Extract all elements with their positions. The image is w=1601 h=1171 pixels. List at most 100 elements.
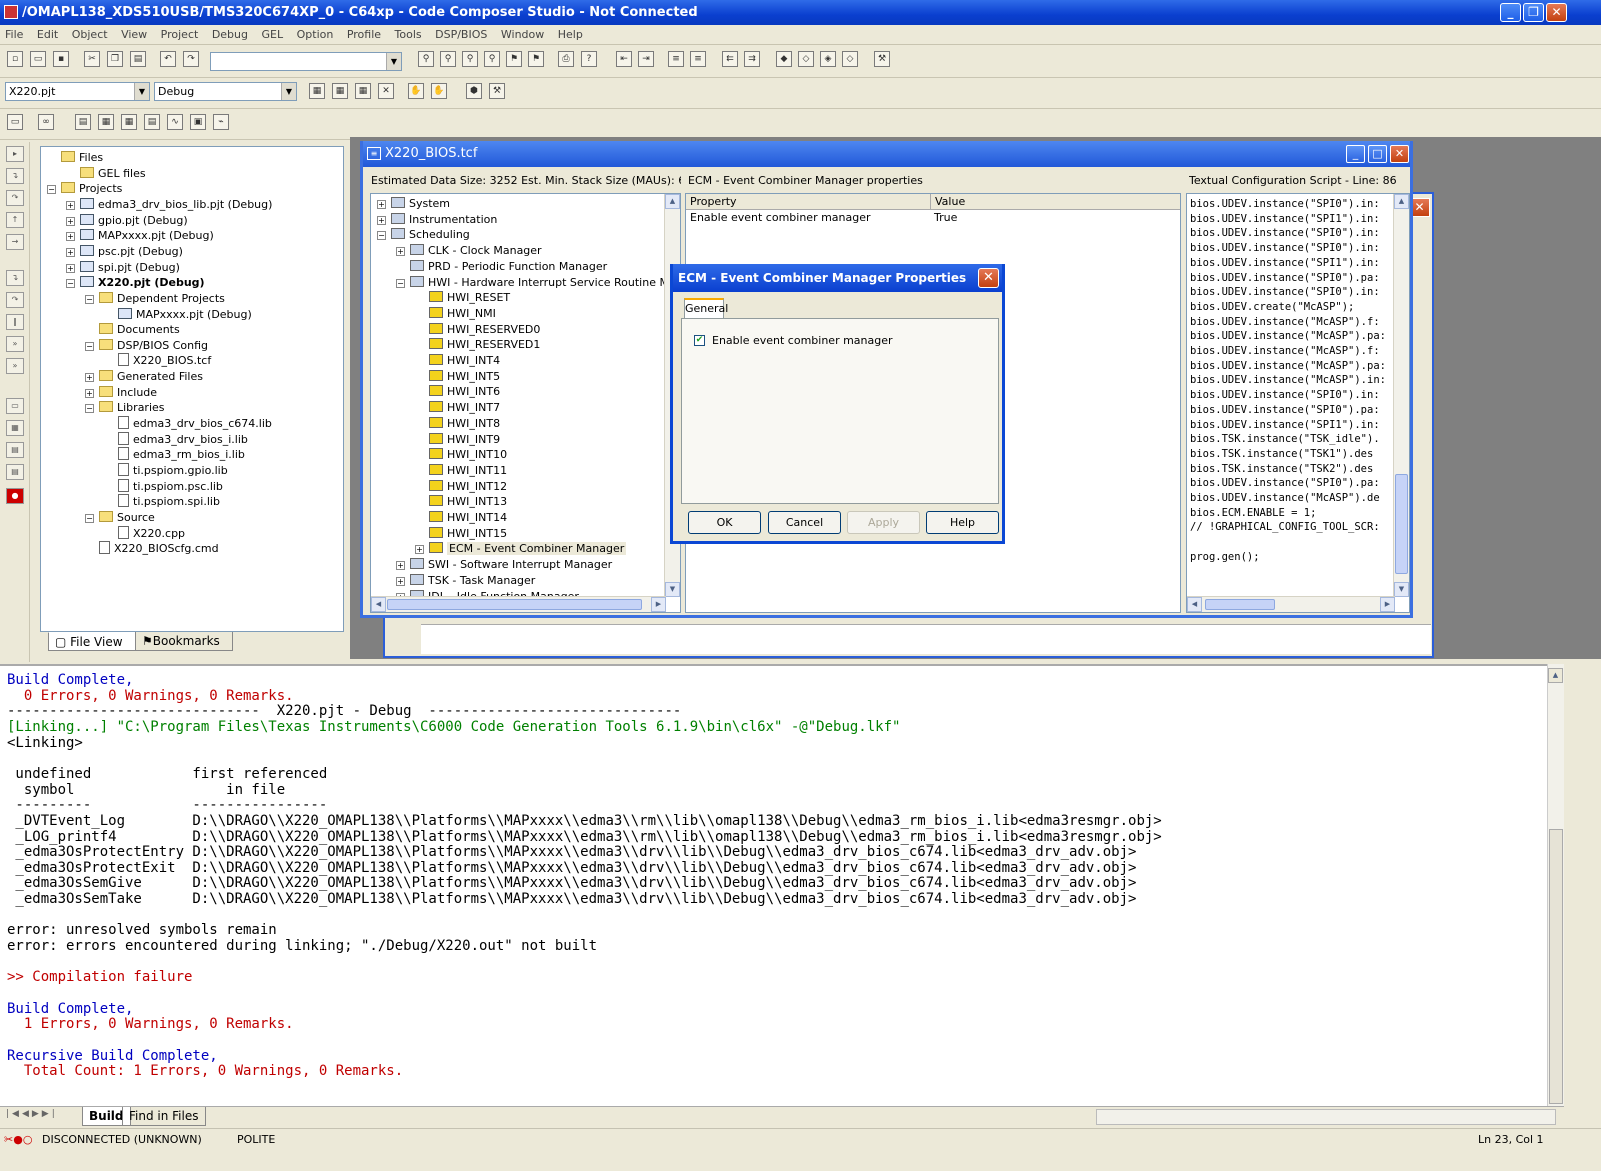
- open-folder-icon[interactable]: ▭: [30, 51, 46, 67]
- bookmark-icon[interactable]: ⚑: [506, 51, 522, 67]
- expand-icon[interactable]: +: [396, 247, 405, 257]
- bios-tree-item[interactable]: HWI_INT11: [415, 463, 507, 479]
- copy-icon[interactable]: ❐: [107, 51, 123, 67]
- bios-tree-item[interactable]: HWI_INT14: [415, 510, 507, 526]
- memory-window-icon[interactable]: ▦: [6, 420, 24, 436]
- file-tree-item[interactable]: edma3_drv_bios_i.lib: [104, 431, 248, 448]
- scroll-right-icon[interactable]: ▶: [651, 597, 666, 612]
- scroll-left-icon[interactable]: ◀: [371, 597, 386, 612]
- paste-icon[interactable]: ▤: [130, 51, 146, 67]
- file-tree-item[interactable]: Files: [47, 150, 103, 166]
- scroll-left-icon[interactable]: ◀: [1187, 597, 1202, 612]
- run-icon[interactable]: ▸: [6, 146, 24, 162]
- menu-edit[interactable]: Edit: [32, 25, 63, 45]
- bios-tree-item[interactable]: + TSK - Task Manager: [396, 573, 535, 589]
- file-tree-item[interactable]: − Source: [85, 510, 155, 526]
- close-icon[interactable]: ✕: [978, 268, 999, 288]
- bios-tree-item[interactable]: + Instrumentation: [377, 212, 497, 228]
- file-tree-item[interactable]: GEL files: [66, 166, 146, 182]
- output-vertical-scrollbar[interactable]: ▲: [1547, 664, 1564, 1106]
- tab-nav-arrows[interactable]: |◀◀▶▶|: [6, 1109, 58, 1119]
- menu-tools[interactable]: Tools: [390, 25, 427, 45]
- memory-icon[interactable]: ▦: [121, 114, 137, 130]
- file-tree-item[interactable]: + Generated Files: [85, 369, 203, 385]
- record-icon[interactable]: ●: [6, 488, 24, 504]
- expand-icon[interactable]: +: [396, 561, 405, 571]
- profile-icon[interactable]: ⌁: [213, 114, 229, 130]
- collapse-icon[interactable]: −: [85, 341, 94, 351]
- expand-icon[interactable]: +: [66, 216, 75, 226]
- expand-icon[interactable]: +: [377, 200, 386, 209]
- remove-probe-icon[interactable]: ◇: [842, 51, 858, 67]
- config-combo[interactable]: Debug ▼: [154, 82, 297, 101]
- bookmark-next-icon[interactable]: ⚑: [528, 51, 544, 67]
- bios-tree-item[interactable]: + SWI - Software Interrupt Manager: [396, 557, 612, 573]
- scroll-thumb[interactable]: [1395, 474, 1408, 574]
- asm-step-into-icon[interactable]: ↴: [6, 270, 24, 286]
- probe-point-icon[interactable]: ◈: [820, 51, 836, 67]
- outdent-icon[interactable]: ⇇: [722, 51, 738, 67]
- scroll-down-icon[interactable]: ▼: [1394, 582, 1409, 597]
- expand-icon[interactable]: +: [377, 215, 386, 225]
- find-icon[interactable]: ⚲: [418, 51, 434, 67]
- file-tree-item[interactable]: X220_BIOS.tcf: [104, 353, 211, 369]
- apply-button[interactable]: Apply: [847, 511, 920, 534]
- hand-icon[interactable]: ✋: [408, 83, 424, 99]
- help-button[interactable]: Help: [926, 511, 999, 534]
- menu-object[interactable]: Object: [67, 25, 113, 45]
- collapse-icon[interactable]: −: [396, 278, 405, 288]
- bios-tree-item[interactable]: − HWI - Hardware Interrupt Service Routin…: [396, 275, 680, 291]
- collapse-icon[interactable]: −: [377, 231, 386, 241]
- context-help-icon[interactable]: ?: [581, 51, 597, 67]
- halt-icon[interactable]: ‖: [6, 314, 24, 330]
- value-column-header[interactable]: Value: [930, 194, 1180, 210]
- bios-tree-item[interactable]: HWI_INT8: [415, 416, 500, 432]
- minimize-button[interactable]: _: [1500, 3, 1521, 22]
- animate-step-icon[interactable]: »: [6, 358, 24, 374]
- file-tree-item[interactable]: + edma3_drv_bios_lib.pjt (Debug): [66, 197, 272, 213]
- menu-debug[interactable]: Debug: [207, 25, 253, 45]
- bios-tree-item[interactable]: HWI_INT10: [415, 447, 507, 463]
- scroll-up-icon[interactable]: ▲: [665, 194, 680, 209]
- tab-find-in-files[interactable]: Find in Files: [122, 1107, 206, 1126]
- file-tree-item[interactable]: Documents: [85, 322, 180, 338]
- file-tree-item[interactable]: + Include: [85, 385, 157, 401]
- enable-ecm-checkbox[interactable]: ✔: [694, 335, 705, 346]
- step-over-icon[interactable]: ↷: [6, 190, 24, 206]
- ok-button[interactable]: OK: [688, 511, 761, 534]
- script-horizontal-scrollbar[interactable]: ◀ ▶: [1187, 596, 1395, 612]
- menu-project[interactable]: Project: [156, 25, 204, 45]
- file-tree-item[interactable]: − Dependent Projects: [85, 291, 225, 307]
- tab-bookmarks[interactable]: ⚑Bookmarks: [135, 632, 233, 651]
- step-out-icon[interactable]: ↑: [6, 212, 24, 228]
- registers-window-icon[interactable]: ▭: [6, 398, 24, 414]
- file-tree-item[interactable]: ti.pspiom.psc.lib: [104, 478, 223, 495]
- menu-file[interactable]: File: [0, 25, 28, 45]
- scroll-down-icon[interactable]: ▼: [665, 582, 680, 597]
- wrench-icon[interactable]: ⚒: [489, 83, 505, 99]
- bios-horizontal-scrollbar[interactable]: ◀ ▶: [371, 596, 666, 612]
- collapse-icon[interactable]: −: [85, 294, 94, 304]
- restore-button[interactable]: ❐: [1523, 3, 1544, 22]
- property-column-header[interactable]: Property: [690, 194, 737, 210]
- bios-tree-item[interactable]: HWI_RESERVED0: [415, 322, 540, 338]
- collapse-icon[interactable]: −: [85, 404, 94, 414]
- comment-icon[interactable]: ≡: [668, 51, 684, 67]
- bios-tree-item[interactable]: HWI_INT6: [415, 384, 500, 400]
- maximize-icon[interactable]: □: [1368, 145, 1387, 163]
- indent-right-icon[interactable]: ⇥: [638, 51, 654, 67]
- scroll-up-icon[interactable]: ▲: [1394, 194, 1409, 209]
- hand-remove-icon[interactable]: ✋: [431, 83, 447, 99]
- expand-icon[interactable]: +: [66, 247, 75, 257]
- bios-tree-item[interactable]: HWI_INT12: [415, 479, 507, 495]
- indent-left-icon[interactable]: ⇤: [616, 51, 632, 67]
- scroll-right-icon[interactable]: ▶: [1380, 597, 1395, 612]
- expand-icon[interactable]: +: [85, 388, 94, 398]
- chevron-down-icon[interactable]: ▼: [134, 83, 149, 100]
- bios-tree-item[interactable]: − Scheduling: [377, 227, 470, 243]
- compile-file-icon[interactable]: ▦: [309, 83, 325, 99]
- expand-icon[interactable]: +: [66, 232, 75, 242]
- file-tree-item[interactable]: − X220.pjt (Debug): [66, 275, 205, 291]
- new-file-icon[interactable]: ▫: [7, 51, 23, 67]
- graph-icon[interactable]: ▭: [7, 114, 23, 130]
